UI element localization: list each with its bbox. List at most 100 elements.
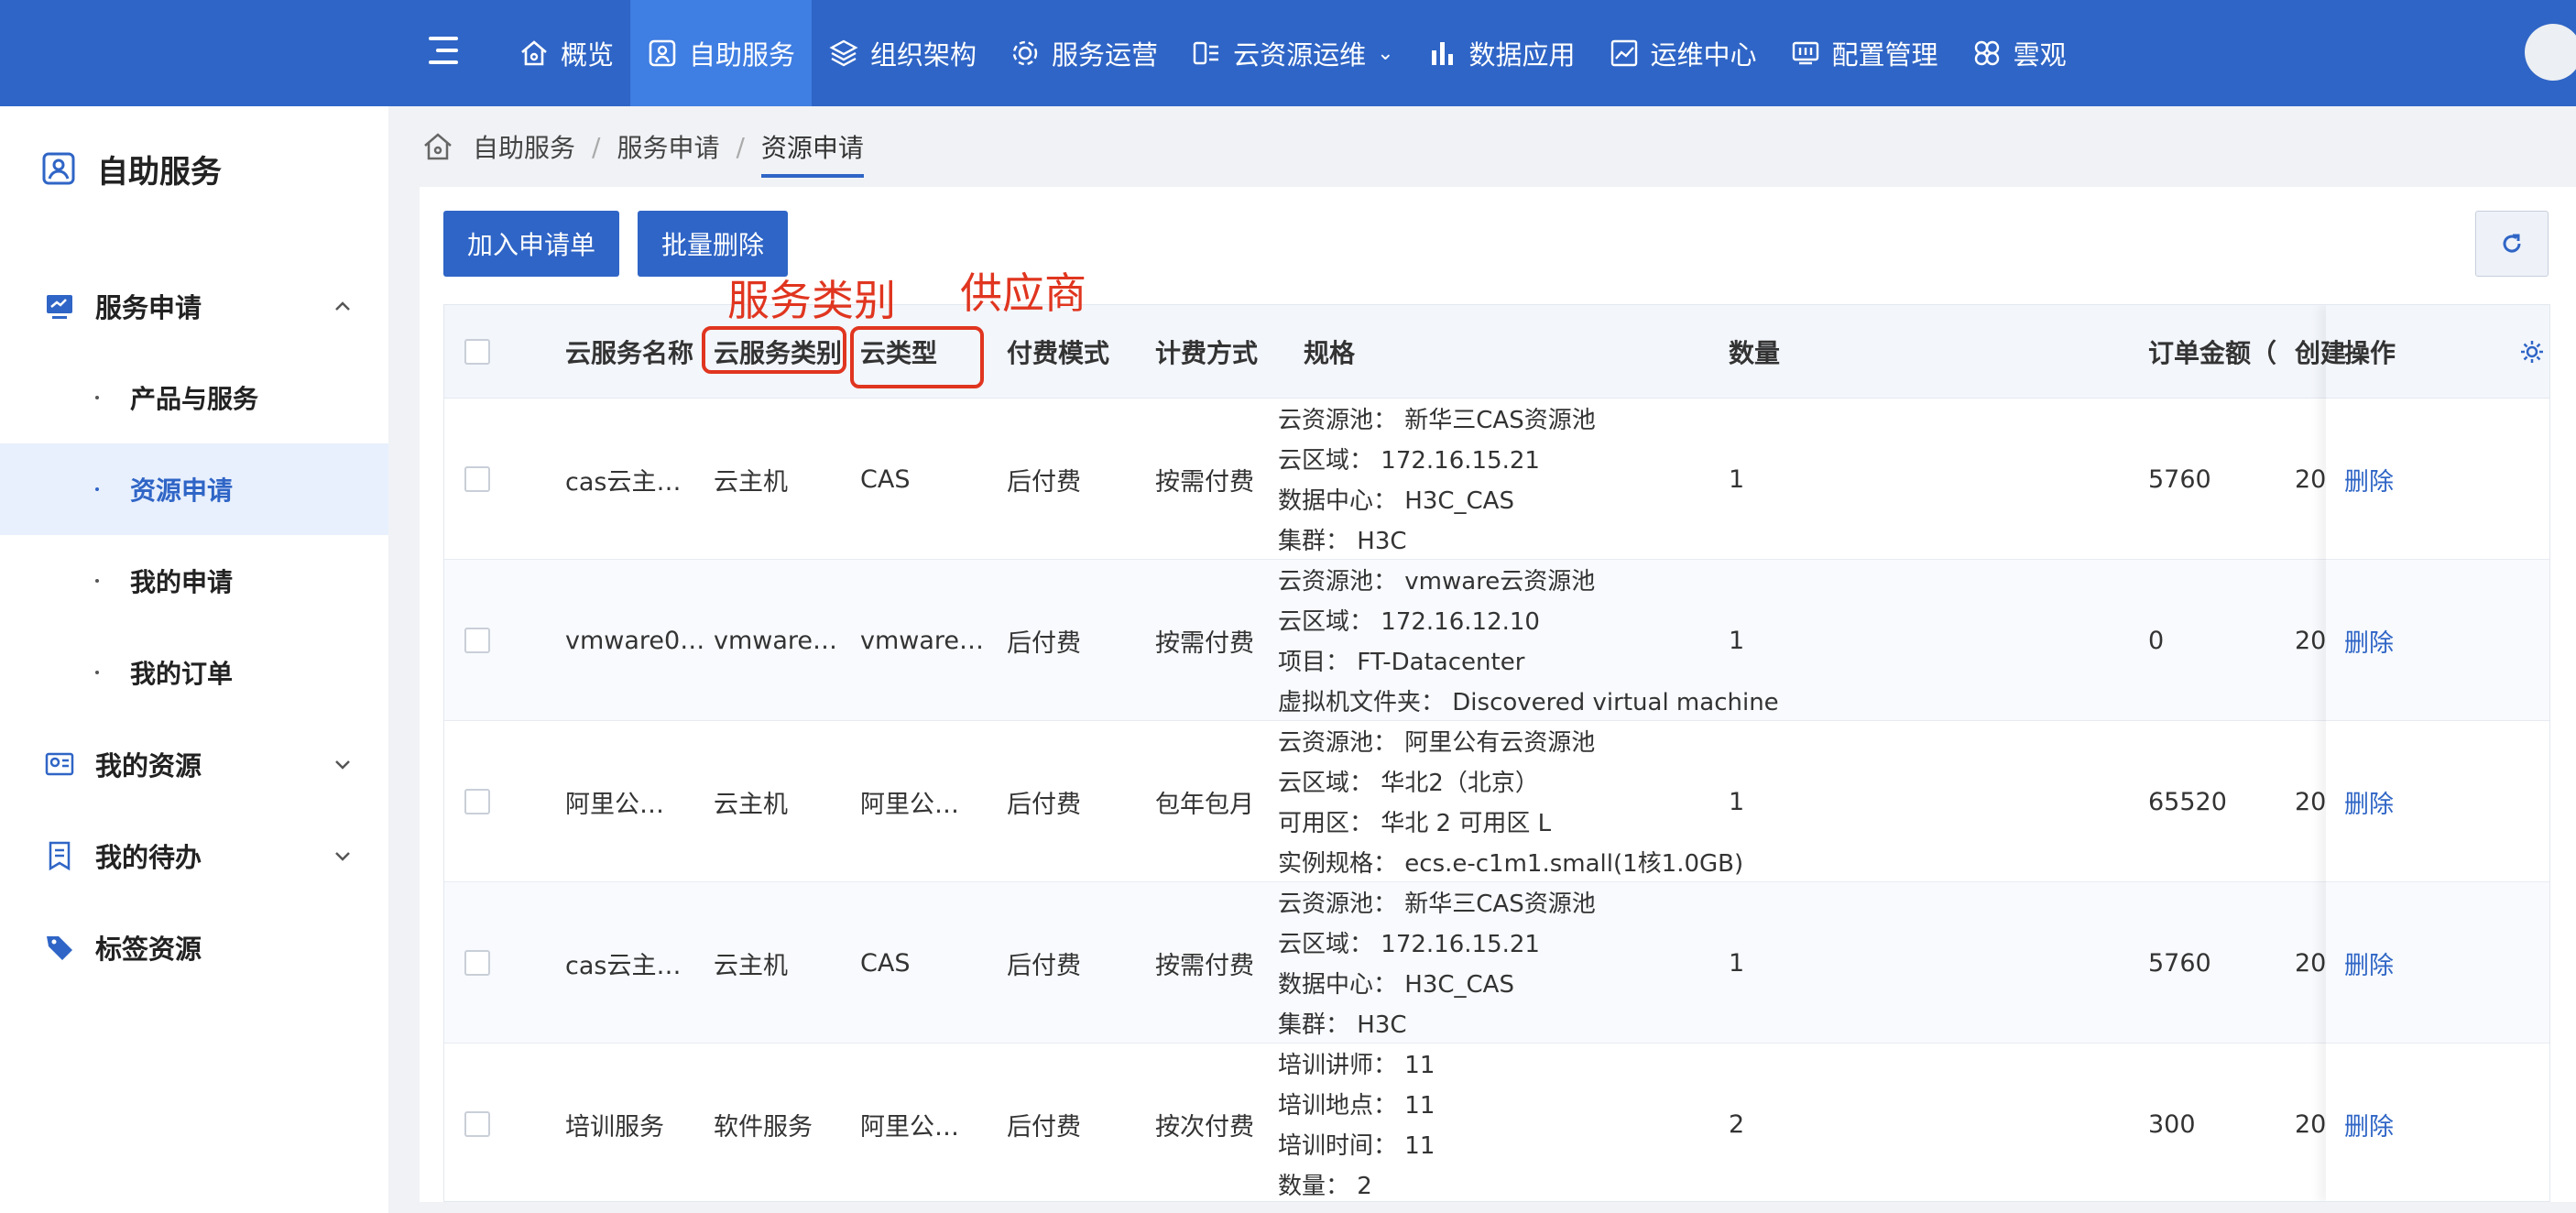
cell-amount: 65520: [2148, 787, 2227, 816]
sidebar-item-products[interactable]: 产品与服务: [0, 352, 388, 443]
nav-item-label: 概览: [561, 39, 615, 71]
row-checkbox[interactable]: [464, 628, 490, 653]
column-header: 计费方式: [1155, 338, 1259, 368]
cell-created: 2024: [2295, 948, 2326, 978]
resource-table: 云服务名称 云服务类别 云类型 付费模式 计费方式 规格 数量 订单金额（ 创建 操作 cas云主…: [443, 304, 2550, 1202]
chevron-down-icon: ⌄: [1377, 41, 1394, 65]
sidebar-group-my-resources[interactable]: 我的资源: [0, 718, 388, 810]
cell-created: 2024: [2295, 464, 2326, 494]
nav-item-2[interactable]: 组织架构: [812, 0, 993, 106]
cell-billing: 按次付费: [1155, 1112, 1254, 1142]
nav-item-1[interactable]: 自助服务: [630, 0, 813, 106]
avatar[interactable]: [2525, 24, 2576, 81]
sidebar-item-my-requests[interactable]: 我的申请: [0, 535, 388, 627]
cell-name: 培训服务: [565, 1112, 664, 1142]
cell-category: 云主机: [714, 790, 788, 819]
column-header: 云服务名称: [565, 338, 694, 368]
table-row: 培训服务 软件服务 阿里公… 后付费 按次付费 培训讲师： 11 培训地点： 11 培训时间：…: [444, 1044, 2549, 1201]
nav-item-8[interactable]: 雲观: [1955, 0, 2083, 106]
nav-item-7[interactable]: 配置管理: [1774, 0, 1955, 106]
cell-quantity: 1: [1729, 948, 1745, 978]
table-row: vmware0… vmware… vmware… 后付费 按需付费 云资源池： vmwar…: [444, 560, 2549, 723]
sidebar-group-tag-resources[interactable]: 标签资源: [0, 902, 388, 993]
sidebar: 自助服务 服务申请 产品与服务 资源申请 我的申请 我的订单 我的资源 我的待办…: [0, 106, 388, 1213]
main-nav: 概览 自助服务 组织架构 服务运营 云资源运维 ⌄ 数据应用 运维中心 配置管理 雲观: [502, 0, 2083, 106]
table-row: cas云主… 云主机 CAS 后付费 按需付费 云资源池： 新华三CAS资源池 云区域： 1…: [444, 882, 2549, 1045]
nav-item-3[interactable]: 服务运营: [993, 0, 1174, 106]
refresh-button[interactable]: [2475, 211, 2549, 277]
cell-quantity: 1: [1729, 626, 1745, 655]
config-icon: [1792, 41, 1818, 65]
cloud-ops-icon: [1193, 41, 1219, 65]
nav-item-label: 组织架构: [870, 39, 977, 71]
spec-line: 云区域： 华北2（北京）: [1278, 770, 1539, 797]
spec-line: 培训讲师： 11: [1278, 1052, 1435, 1079]
spec-line: 数据中心： H3C_CAS: [1278, 971, 1514, 999]
spec-line: 培训地点： 11: [1278, 1092, 1435, 1120]
nav-item-4[interactable]: 云资源运维 ⌄: [1174, 0, 1410, 106]
cell-name: vmware0…: [565, 626, 705, 655]
cell-cloud-type: CAS: [860, 464, 911, 494]
table-row: cas云主… 云主机 CAS 后付费 按需付费 云资源池： 新华三CAS资源池 云区域： 1…: [444, 399, 2549, 560]
nav-item-label: 服务运营: [1052, 39, 1159, 71]
refresh-icon: [2503, 234, 2521, 253]
cell-name: 阿里公…: [565, 790, 664, 819]
todo-icon: [49, 841, 71, 871]
column-header: 规格: [1304, 338, 1356, 368]
cell-spec: 云资源池： vmware云资源池 云区域： 172.16.12.10 项目： FT-…: [1278, 562, 1779, 723]
sidebar-group-my-todo[interactable]: 我的待办: [0, 810, 388, 902]
sidebar-group-service-request[interactable]: 服务申请: [0, 260, 388, 352]
cell-quantity: 1: [1729, 787, 1745, 816]
operation-column-shadow: [2326, 305, 2549, 1201]
nav-item-label: 雲观: [2013, 39, 2067, 71]
row-checkbox[interactable]: [464, 466, 490, 492]
cell-cloud-type: CAS: [860, 948, 911, 978]
operation-icon: [1012, 40, 1038, 66]
spec-line: 云区域： 172.16.12.10: [1278, 608, 1540, 636]
annotation-box-cloud-type: [850, 326, 984, 388]
home-icon[interactable]: [421, 130, 454, 163]
menu-toggle-icon[interactable]: [423, 33, 462, 68]
chevron-up-icon: [335, 301, 350, 311]
breadcrumb-item[interactable]: 服务申请: [617, 128, 719, 165]
cell-category: vmware…: [714, 626, 838, 655]
nav-item-6[interactable]: 运维中心: [1592, 0, 1774, 106]
row-checkbox[interactable]: [464, 789, 490, 814]
cell-amount: 5760: [2148, 464, 2211, 494]
sidebar-title: 自助服务: [40, 141, 222, 196]
home-icon: [521, 40, 547, 66]
cell-spec: 云资源池： 新华三CAS资源池 云区域： 172.16.15.21 数据中心： H3…: [1278, 884, 1596, 1045]
cell-billing: 按需付费: [1155, 628, 1254, 658]
cell-pay-mode: 后付费: [1007, 628, 1081, 658]
cell-pay-mode: 后付费: [1007, 790, 1081, 819]
spec-line: 云资源池： 新华三CAS资源池: [1278, 891, 1596, 918]
nav-item-label: 运维中心: [1650, 39, 1757, 71]
spec-line: 可用区： 华北 2 可用区 L: [1278, 810, 1552, 837]
cell-category: 云主机: [714, 467, 788, 497]
cell-name: cas云主…: [565, 951, 682, 980]
add-to-request-button[interactable]: 加入申请单: [443, 211, 619, 277]
bar-chart-icon: [1431, 42, 1453, 65]
cell-category: 软件服务: [714, 1112, 813, 1142]
cell-pay-mode: 后付费: [1007, 1112, 1081, 1142]
spec-line: 云区域： 172.16.15.21: [1278, 447, 1540, 475]
cell-name: cas云主…: [565, 467, 682, 497]
breadcrumb-item[interactable]: 自助服务: [473, 128, 575, 165]
nav-item-5[interactable]: 数据应用: [1411, 0, 1592, 106]
select-all-checkbox[interactable]: [464, 339, 490, 365]
tag-icon: [47, 936, 72, 960]
sidebar-item-resource-request[interactable]: 资源申请: [0, 443, 388, 535]
layers-icon: [829, 39, 858, 67]
spec-line: 云资源池： 阿里公有云资源池: [1278, 729, 1596, 757]
cell-created: 2024: [2295, 626, 2326, 655]
column-header: 订单金额（: [2148, 338, 2277, 368]
cell-billing: 按需付费: [1155, 951, 1254, 980]
nav-item-label: 配置管理: [1831, 39, 1938, 71]
row-checkbox[interactable]: [464, 950, 490, 976]
sidebar-item-my-orders[interactable]: 我的订单: [0, 627, 388, 718]
nav-item-0[interactable]: 概览: [502, 0, 630, 106]
row-checkbox[interactable]: [464, 1111, 490, 1137]
chevron-down-icon: [335, 760, 350, 770]
cell-spec: 培训讲师： 11 培训地点： 11 培训时间： 11 数量： 2: [1278, 1045, 1435, 1201]
breadcrumb: 自助服务 / 服务申请 / 资源申请: [421, 121, 864, 178]
